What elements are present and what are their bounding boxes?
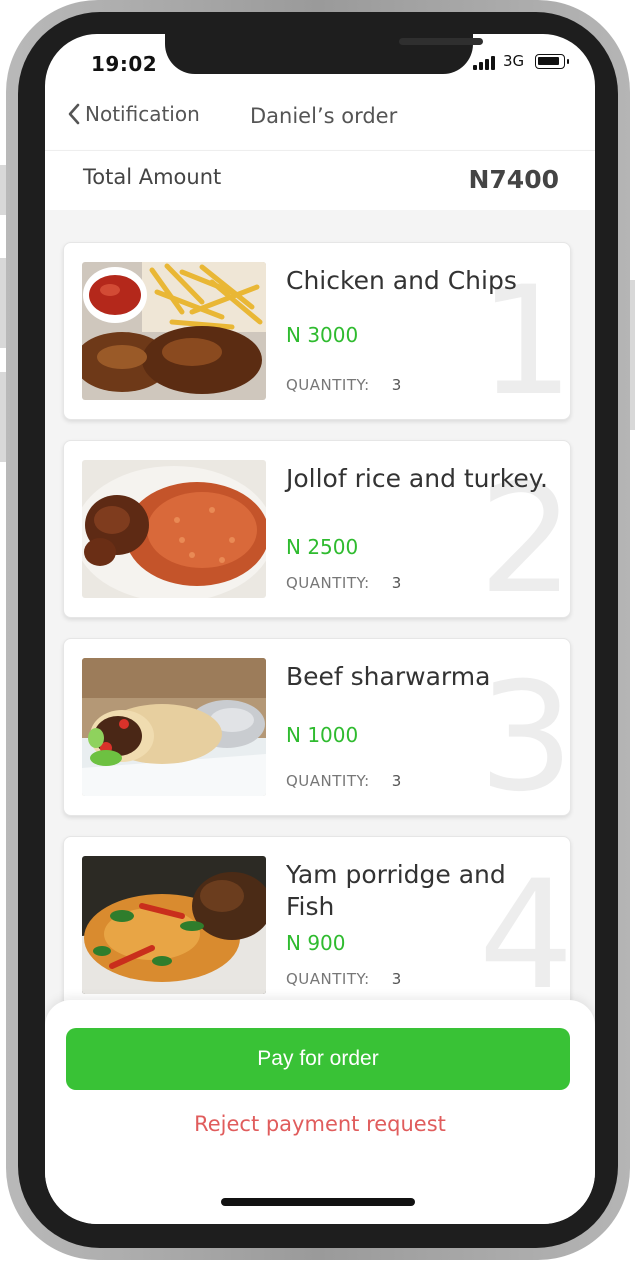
quantity-value: 3	[391, 970, 402, 988]
chicken-chips-image	[82, 262, 266, 400]
screen: 19:02 3G Notification Daniel’s order Tot…	[45, 34, 595, 1224]
reject-payment-link[interactable]: Reject payment request	[45, 1112, 595, 1136]
page-title: Daniel’s order	[250, 104, 398, 128]
jollof-rice-image	[82, 460, 266, 598]
network-type: 3G	[503, 52, 525, 70]
total-label: Total Amount	[83, 165, 222, 189]
order-card[interactable]: 2 Jollof rice and turkey. N 2500 QUANTIT…	[63, 440, 571, 618]
total-amount-bar: Total Amount N7400	[45, 150, 595, 211]
beef-shawarma-image	[82, 658, 266, 796]
item-price: N 900	[286, 931, 346, 955]
item-quantity: QUANTITY: 3	[286, 772, 402, 790]
signal-icon	[473, 56, 499, 70]
item-price: N 3000	[286, 323, 359, 347]
action-sheet: Pay for order Reject payment request	[45, 1000, 595, 1224]
speaker	[399, 38, 483, 45]
nav-bar: Notification Daniel’s order	[45, 92, 595, 148]
item-price: N 2500	[286, 535, 359, 559]
pay-for-order-button[interactable]: Pay for order	[66, 1028, 570, 1090]
status-time: 19:02	[91, 52, 158, 76]
back-button[interactable]: Notification	[67, 102, 200, 126]
item-quantity: QUANTITY: 3	[286, 970, 402, 988]
item-quantity: QUANTITY: 3	[286, 376, 402, 394]
chevron-left-icon	[68, 103, 80, 125]
yam-porridge-image	[82, 856, 266, 994]
order-card[interactable]: 3 Beef sharwarma N 1000 QUANTITY: 3	[63, 638, 571, 816]
item-name: Beef sharwarma	[286, 662, 491, 691]
item-name: Yam porridge and Fish	[286, 860, 506, 921]
order-list[interactable]: 1 Chicken and Chips N 3000 QUANTITY: 3 2…	[45, 210, 595, 1030]
back-label: Notification	[85, 102, 200, 126]
quantity-value: 3	[391, 574, 402, 592]
item-name: Chicken and Chips	[286, 266, 517, 295]
quantity-label: QUANTITY:	[286, 970, 370, 988]
order-card[interactable]: 4 Yam porridge and Fish N 900 QUANTITY: …	[63, 836, 571, 1014]
total-value: N7400	[468, 165, 559, 194]
home-indicator[interactable]	[221, 1198, 415, 1206]
quantity-value: 3	[391, 772, 402, 790]
item-name: Jollof rice and turkey.	[286, 464, 548, 493]
item-price: N 1000	[286, 723, 359, 747]
quantity-label: QUANTITY:	[286, 376, 370, 394]
battery-icon	[535, 54, 569, 69]
order-card[interactable]: 1 Chicken and Chips N 3000 QUANTITY: 3	[63, 242, 571, 420]
notch	[165, 34, 483, 74]
quantity-label: QUANTITY:	[286, 574, 370, 592]
quantity-value: 3	[391, 376, 402, 394]
item-quantity: QUANTITY: 3	[286, 574, 402, 592]
quantity-label: QUANTITY:	[286, 772, 370, 790]
